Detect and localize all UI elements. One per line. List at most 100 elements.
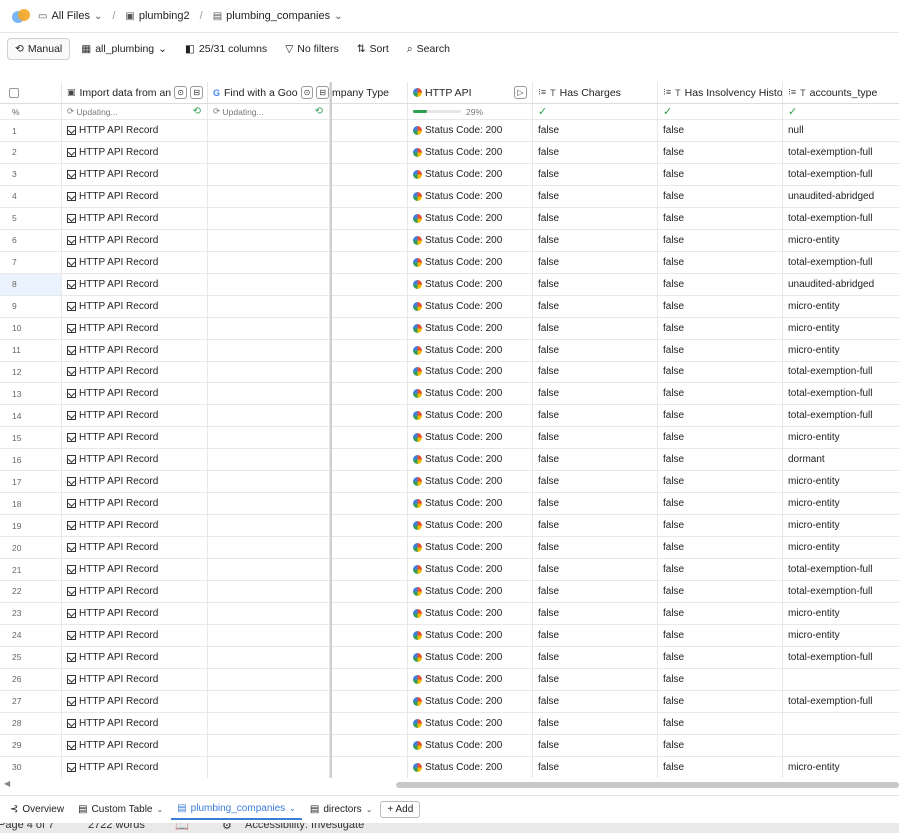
accounts-type-cell[interactable]: micro-entity: [783, 537, 899, 558]
table-row[interactable]: 23 HTTP API Record Status Code: 200 false fa…: [0, 602, 899, 625]
empty-cell[interactable]: [332, 624, 408, 646]
import-cell[interactable]: HTTP API Record: [62, 690, 208, 712]
has-insolvency-cell[interactable]: false: [658, 339, 783, 361]
has-charges-cell[interactable]: false: [533, 120, 658, 141]
accounts-type-cell[interactable]: micro-entity: [783, 318, 899, 339]
import-cell[interactable]: HTTP API Record: [62, 449, 208, 471]
table-row[interactable]: 16 HTTP API Record Status Code: 200 false fa…: [0, 449, 899, 472]
table-row[interactable]: 6 HTTP API Record Status Code: 200 false fal…: [0, 229, 899, 252]
has-charges-cell[interactable]: false: [533, 141, 658, 163]
column-header-has-charges[interactable]: ⁝≡ T Has Charges: [533, 82, 658, 103]
empty-cell[interactable]: [332, 163, 408, 185]
http-api-cell[interactable]: Status Code: 200: [408, 317, 533, 339]
freeze-divider[interactable]: [330, 82, 332, 778]
import-cell[interactable]: HTTP API Record: [62, 163, 208, 185]
empty-cell[interactable]: [208, 580, 330, 602]
table-row[interactable]: 1 HTTP API Record Status Code: 200 false fal…: [0, 120, 899, 142]
table-row[interactable]: 12 HTTP API Record Status Code: 200 false fa…: [0, 361, 899, 384]
select-all-checkbox[interactable]: [9, 87, 19, 98]
http-api-cell[interactable]: Status Code: 200: [408, 690, 533, 712]
import-cell[interactable]: HTTP API Record: [62, 295, 208, 317]
http-api-cell[interactable]: Status Code: 200: [408, 163, 533, 185]
table-row[interactable]: 25 HTTP API Record Status Code: 200 false fa…: [0, 646, 899, 669]
has-insolvency-cell[interactable]: false: [658, 580, 783, 602]
empty-cell[interactable]: [208, 515, 330, 537]
empty-cell[interactable]: [332, 295, 408, 317]
has-insolvency-cell[interactable]: false: [658, 537, 783, 559]
empty-cell[interactable]: [332, 668, 408, 690]
table-row[interactable]: 18 HTTP API Record Status Code: 200 false fa…: [0, 493, 899, 516]
run-column-button[interactable]: ⊙: [174, 86, 188, 99]
has-charges-cell[interactable]: false: [533, 602, 658, 624]
accounts-type-cell[interactable]: micro-entity: [783, 340, 899, 361]
accounts-type-cell[interactable]: [783, 735, 899, 756]
empty-cell[interactable]: [208, 361, 330, 383]
empty-cell[interactable]: [332, 756, 408, 778]
http-api-cell[interactable]: Status Code: 200: [408, 273, 533, 295]
has-charges-cell[interactable]: false: [533, 559, 658, 580]
empty-cell[interactable]: [332, 185, 408, 207]
table-row[interactable]: 27 HTTP API Record Status Code: 200 false fa…: [0, 690, 899, 713]
has-insolvency-cell[interactable]: false: [658, 163, 783, 185]
http-api-cell[interactable]: Status Code: 200: [408, 251, 533, 273]
import-cell[interactable]: HTTP API Record: [62, 756, 208, 778]
table-row[interactable]: 5 HTTP API Record Status Code: 200 false fal…: [0, 207, 899, 230]
empty-cell[interactable]: [208, 493, 330, 515]
accounts-type-cell[interactable]: total-exemption-full: [783, 252, 899, 273]
column-menu-button[interactable]: ⊟: [190, 86, 204, 99]
empty-cell[interactable]: [208, 712, 330, 734]
import-cell[interactable]: HTTP API Record: [62, 317, 208, 339]
empty-cell[interactable]: [208, 559, 330, 580]
has-charges-cell[interactable]: false: [533, 493, 658, 515]
has-insolvency-cell[interactable]: false: [658, 383, 783, 405]
has-charges-cell[interactable]: false: [533, 273, 658, 295]
has-charges-cell[interactable]: false: [533, 251, 658, 273]
table-row[interactable]: 4 HTTP API Record Status Code: 200 false fal…: [0, 185, 899, 208]
import-cell[interactable]: HTTP API Record: [62, 361, 208, 383]
has-charges-cell[interactable]: false: [533, 537, 658, 559]
import-cell[interactable]: HTTP API Record: [62, 580, 208, 602]
empty-cell[interactable]: [208, 449, 330, 471]
table-row[interactable]: 24 HTTP API Record Status Code: 200 false fa…: [0, 624, 899, 647]
scroll-left-icon[interactable]: ◀: [4, 779, 10, 788]
empty-cell[interactable]: [332, 273, 408, 295]
has-charges-cell[interactable]: false: [533, 471, 658, 493]
empty-cell[interactable]: [208, 690, 330, 712]
has-charges-cell[interactable]: false: [533, 734, 658, 756]
accounts-type-cell[interactable]: micro-entity: [783, 515, 899, 536]
import-cell[interactable]: HTTP API Record: [62, 515, 208, 537]
has-charges-cell[interactable]: false: [533, 624, 658, 646]
import-cell[interactable]: HTTP API Record: [62, 471, 208, 493]
view-select[interactable]: ▦ all_plumbing ⌄: [74, 39, 174, 59]
import-cell[interactable]: HTTP API Record: [62, 229, 208, 251]
import-cell[interactable]: HTTP API Record: [62, 712, 208, 734]
accounts-type-cell[interactable]: total-exemption-full: [783, 691, 899, 712]
accounts-type-cell[interactable]: unaudited-abridged: [783, 186, 899, 207]
empty-cell[interactable]: [208, 317, 330, 339]
accounts-type-cell[interactable]: total-exemption-full: [783, 142, 899, 163]
empty-cell[interactable]: [332, 646, 408, 668]
table-row[interactable]: 22 HTTP API Record Status Code: 200 false fa…: [0, 580, 899, 603]
app-logo[interactable]: [12, 9, 30, 23]
accounts-type-cell[interactable]: total-exemption-full: [783, 164, 899, 185]
has-charges-cell[interactable]: false: [533, 646, 658, 668]
http-api-cell[interactable]: Status Code: 200: [408, 383, 533, 405]
import-cell[interactable]: HTTP API Record: [62, 207, 208, 229]
has-charges-cell[interactable]: false: [533, 756, 658, 778]
accounts-type-cell[interactable]: micro-entity: [783, 757, 899, 778]
empty-cell[interactable]: [208, 251, 330, 273]
http-api-cell[interactable]: Status Code: 200: [408, 646, 533, 668]
empty-cell[interactable]: [208, 756, 330, 778]
word-count[interactable]: 2722 words: [88, 823, 145, 831]
column-header-google[interactable]: G Find with a Goo ⊙ ⊟: [208, 82, 330, 103]
sort-button[interactable]: ⇅ Sort: [350, 39, 396, 59]
accounts-type-cell[interactable]: unaudited-abridged: [783, 274, 899, 295]
has-charges-cell[interactable]: false: [533, 361, 658, 383]
has-insolvency-cell[interactable]: false: [658, 405, 783, 427]
has-charges-cell[interactable]: false: [533, 383, 658, 405]
empty-cell[interactable]: [208, 120, 330, 141]
breadcrumb-folder[interactable]: plumbing2: [139, 10, 190, 22]
http-api-cell[interactable]: Status Code: 200: [408, 580, 533, 602]
http-api-cell[interactable]: Status Code: 200: [408, 756, 533, 778]
has-insolvency-cell[interactable]: false: [658, 493, 783, 515]
